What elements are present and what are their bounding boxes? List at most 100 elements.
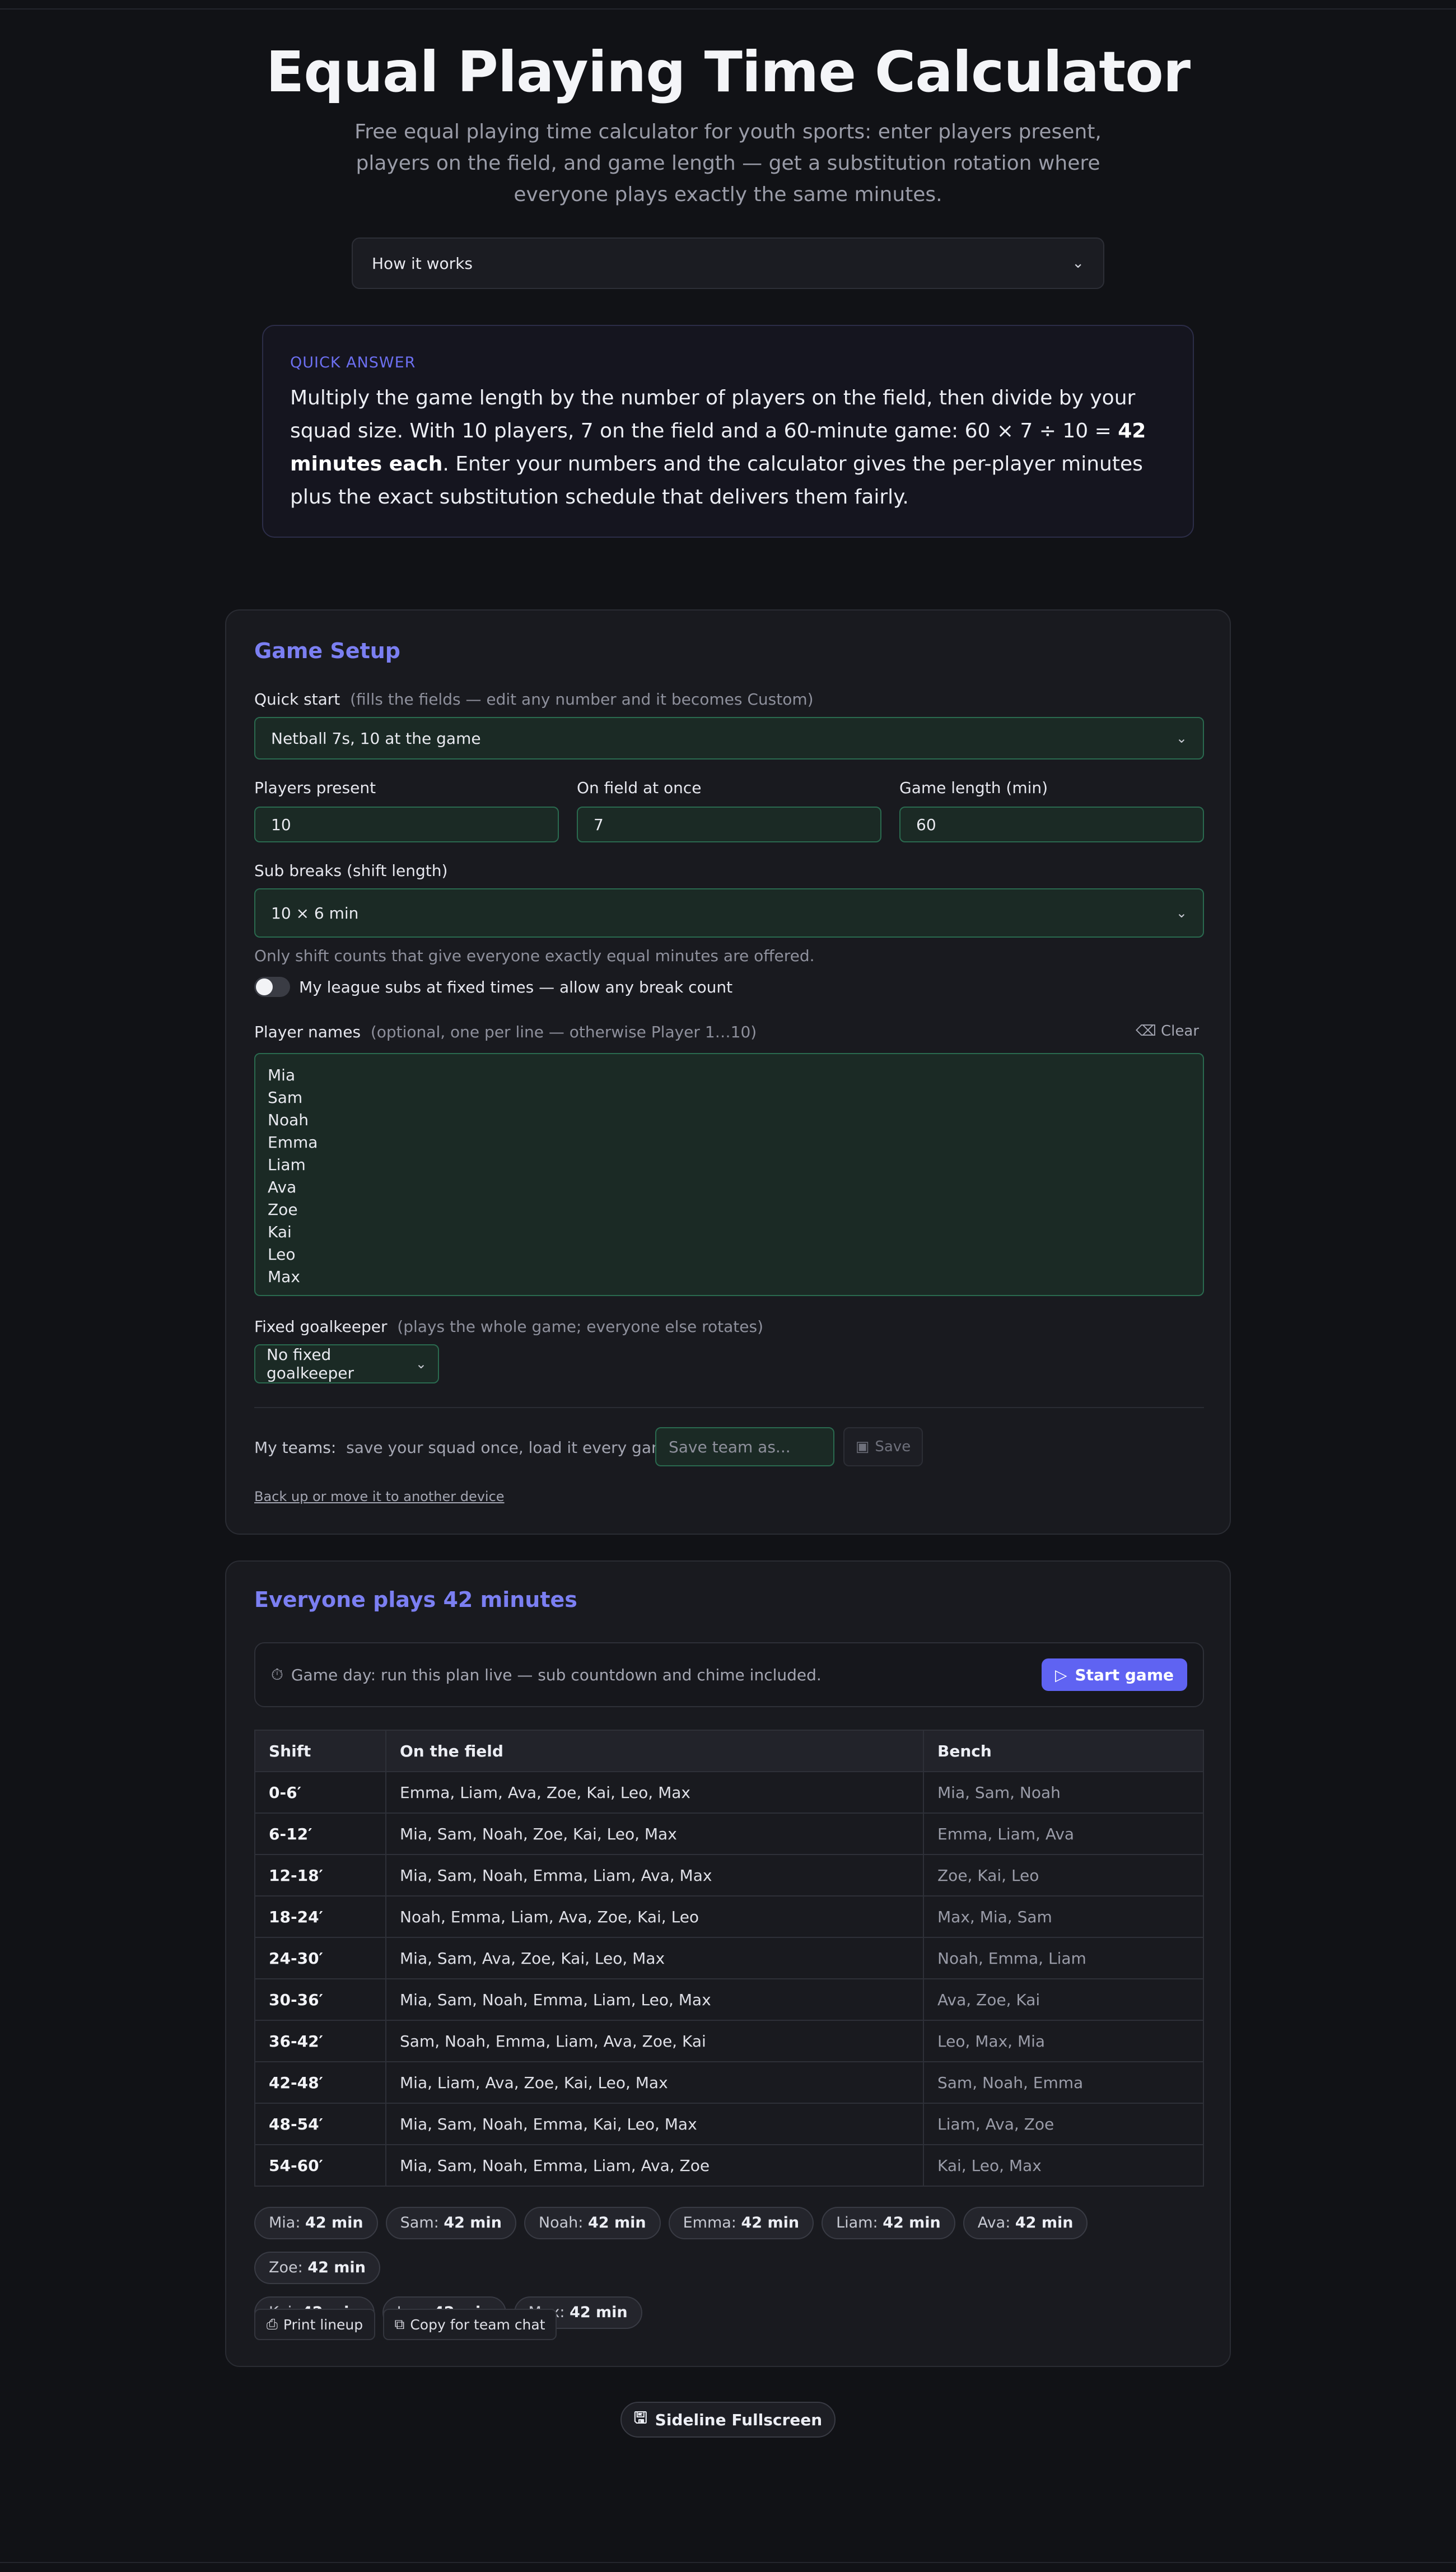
field-cell: Mia, Sam, Noah, Emma, Kai, Leo, Max — [385, 2103, 924, 2145]
player-minutes-badge: Liam: 42 min — [822, 2207, 955, 2239]
field-cell: Mia, Sam, Noah, Emma, Liam, Ava, Zoe — [385, 2144, 924, 2187]
how-it-works-label: How it works — [372, 254, 473, 273]
shift-cell: 42-48′ — [254, 2061, 386, 2104]
chevron-down-icon: ⌄ — [1175, 905, 1187, 921]
game-setup-card: Game Setup Quick start (fills the fields… — [225, 609, 1231, 1535]
floppy-icon: ▣ — [855, 1438, 870, 1455]
eraser-icon: ⌫ — [1136, 1023, 1156, 1040]
save-team-label: Save — [875, 1438, 911, 1455]
copy-team-chat-label: Copy for team chat — [410, 2316, 545, 2333]
sub-breaks-value: 10 × 6 min — [271, 903, 359, 922]
bench-cell: Emma, Liam, Ava — [923, 1812, 1204, 1855]
backup-link[interactable]: Back up or move it to another device — [254, 1489, 505, 1504]
quick-answer-text-before: Multiply the game length by the number o… — [290, 386, 1136, 442]
plan-title: Everyone plays 42 minutes — [254, 1587, 577, 1612]
copy-icon: ⧉ — [394, 2316, 405, 2332]
player-minutes: 42 min — [1015, 2214, 1074, 2231]
table-row: 42-48′ Mia, Liam, Ava, Zoe, Kai, Leo, Ma… — [254, 2061, 1204, 2104]
shift-cell: 48-54′ — [254, 2103, 386, 2145]
player-name: Ava: — [977, 2214, 1011, 2231]
quick-start-label-text: Quick start — [254, 690, 340, 709]
player-name: Zoe: — [269, 2259, 303, 2276]
table-header-row: Shift On the field Bench — [254, 1730, 1204, 1772]
copy-team-chat-button[interactable]: ⧉ Copy for team chat — [383, 2309, 557, 2340]
player-names-label: Player names (optional, one per line — o… — [254, 1023, 757, 1041]
sideline-fullscreen-label: Sideline Fullscreen — [655, 2410, 823, 2429]
play-icon: ▷ — [1054, 1665, 1067, 1684]
start-game-label: Start game — [1075, 1665, 1174, 1684]
column-header-bench: Bench — [923, 1730, 1204, 1772]
player-minutes-badge: Sam: 42 min — [385, 2207, 516, 2239]
player-name-line: Mia — [268, 1066, 296, 1084]
field-cell: Mia, Sam, Noah, Emma, Liam, Leo, Max — [385, 1978, 924, 2021]
my-teams-hint: save your squad once, load it every game… — [346, 1438, 697, 1457]
chevron-down-icon: ⌄ — [1175, 730, 1187, 746]
chevron-down-icon: ⌄ — [1072, 255, 1084, 272]
shift-cell: 24-30′ — [254, 1937, 386, 1979]
table-row: 54-60′ Mia, Sam, Noah, Emma, Liam, Ava, … — [254, 2144, 1204, 2187]
player-name-line: Ava — [268, 1178, 297, 1196]
field-cell: Sam, Noah, Emma, Liam, Ava, Zoe, Kai — [385, 2020, 924, 2062]
shift-cell: 54-60′ — [254, 2144, 386, 2187]
bench-cell: Sam, Noah, Emma — [923, 2061, 1204, 2104]
player-name-line: Sam — [268, 1088, 303, 1107]
player-minutes: 42 min — [741, 2214, 800, 2231]
clear-names-label: Clear — [1161, 1023, 1200, 1040]
save-team-button[interactable]: ▣ Save — [843, 1427, 923, 1466]
quick-answer-label: QUICK ANSWER — [290, 354, 416, 371]
player-name-line: Max — [268, 1268, 300, 1286]
player-minutes-badge: Noah: 42 min — [524, 2207, 661, 2239]
on-field-label: On field at once — [577, 779, 702, 797]
player-minutes-badge: Emma: 42 min — [668, 2207, 814, 2239]
shift-cell: 30-36′ — [254, 1978, 386, 2021]
quick-start-select[interactable]: Netball 7s, 10 at the game ⌄ — [254, 717, 1204, 760]
player-names-textarea[interactable]: Mia Sam Noah Emma Liam Ava Zoe Kai Leo M… — [254, 1053, 1204, 1296]
player-name: Noah: — [538, 2214, 584, 2231]
bench-cell: Ava, Zoe, Kai — [923, 1978, 1204, 2021]
player-minutes-badge: Zoe: 42 min — [254, 2252, 380, 2284]
field-cell: Mia, Sam, Noah, Zoe, Kai, Leo, Max — [385, 1812, 924, 1855]
table-row: 0-6′ Emma, Liam, Ava, Zoe, Kai, Leo, Max… — [254, 1771, 1204, 1814]
player-minutes: 42 min — [570, 2304, 628, 2321]
sideline-fullscreen-button[interactable]: 🖫 Sideline Fullscreen — [620, 2402, 836, 2438]
players-present-input[interactable]: 10 — [254, 807, 559, 842]
clear-names-button[interactable]: ⌫ Clear — [1136, 1023, 1199, 1040]
player-minutes-badge: Ava: 42 min — [963, 2207, 1088, 2239]
start-game-button[interactable]: ▷ Start game — [1041, 1658, 1187, 1691]
table-row: 18-24′ Noah, Emma, Liam, Ava, Zoe, Kai, … — [254, 1895, 1204, 1938]
save-team-input[interactable]: Save team as... — [655, 1427, 834, 1466]
on-field-input[interactable]: 7 — [577, 807, 881, 842]
player-names-hint: (optional, one per line — otherwise Play… — [370, 1023, 757, 1041]
monitor-icon: 🖫 — [633, 2408, 647, 2427]
player-name: Sam: — [400, 2214, 439, 2231]
column-header-shift: Shift — [254, 1730, 386, 1772]
player-name-line: Kai — [268, 1223, 292, 1241]
sub-breaks-select[interactable]: 10 × 6 min ⌄ — [254, 888, 1204, 938]
goalkeeper-select[interactable]: No fixed goalkeeper ⌄ — [254, 1344, 439, 1383]
bench-cell: Kai, Leo, Max — [923, 2144, 1204, 2187]
player-name: Emma: — [683, 2214, 736, 2231]
fixed-times-label: My league subs at fixed times — allow an… — [299, 978, 733, 996]
field-cell: Mia, Liam, Ava, Zoe, Kai, Leo, Max — [385, 2061, 924, 2104]
field-cell: Mia, Sam, Noah, Emma, Liam, Ava, Max — [385, 1854, 924, 1897]
bench-cell: Max, Mia, Sam — [923, 1895, 1204, 1938]
shift-cell: 12-18′ — [254, 1854, 386, 1897]
players-present-label: Players present — [254, 779, 376, 797]
game-day-text: Game day: run this plan live — sub count… — [291, 1665, 822, 1684]
player-minutes: 42 min — [444, 2214, 502, 2231]
player-minutes: 42 min — [883, 2214, 941, 2231]
rotation-plan-card: Everyone plays 42 minutes ⏱ Game day: ru… — [225, 1560, 1231, 2367]
fixed-times-toggle[interactable] — [254, 977, 290, 997]
quick-start-label: Quick start (fills the fields — edit any… — [254, 690, 814, 709]
field-cell: Noah, Emma, Liam, Ava, Zoe, Kai, Leo — [385, 1895, 924, 1938]
field-cell: Mia, Sam, Ava, Zoe, Kai, Leo, Max — [385, 1937, 924, 1979]
table-row: 6-12′ Mia, Sam, Noah, Zoe, Kai, Leo, Max… — [254, 1812, 1204, 1855]
save-team-placeholder: Save team as... — [669, 1437, 791, 1456]
print-lineup-button[interactable]: ⎙ Print lineup — [254, 2309, 375, 2340]
player-name: Liam: — [836, 2214, 878, 2231]
quick-start-value: Netball 7s, 10 at the game — [271, 729, 481, 748]
stopwatch-icon: ⏱ — [271, 1665, 283, 1684]
game-length-input[interactable]: 60 — [899, 807, 1204, 842]
bench-cell: Liam, Ava, Zoe — [923, 2103, 1204, 2145]
how-it-works-toggle[interactable]: How it works ⌄ — [352, 237, 1104, 289]
